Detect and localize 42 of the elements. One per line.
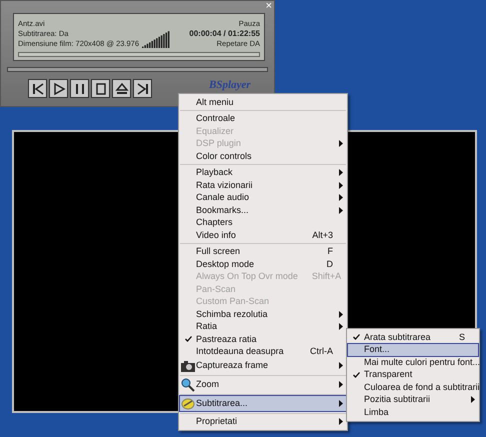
menu-item[interactable]: Pozitia subtitrarii [348, 394, 478, 406]
player-control-button[interactable] [49, 79, 68, 98]
magnifier-icon [181, 378, 195, 392]
menu-item[interactable]: Ratia [180, 320, 346, 333]
menu-item[interactable]: Video info Alt+3 [180, 229, 346, 242]
menu-item[interactable]: Font... [348, 344, 478, 356]
player-control-button[interactable] [112, 79, 131, 98]
menu-item[interactable]: Intotdeauna deasupra Ctrl-A [180, 346, 346, 358]
menu-item[interactable]: Captureaza frame [180, 358, 346, 373]
logo: BSplayer [209, 79, 251, 92]
menu-item[interactable]: Full screen F [180, 246, 346, 258]
next-icon [134, 80, 150, 96]
menu-item[interactable]: Alt meniu [180, 96, 346, 108]
menu-item[interactable]: Limba [348, 406, 478, 418]
menu-item[interactable]: Arata subtitrarea S [348, 331, 478, 344]
menu-item[interactable]: Rata vizionarii [180, 179, 346, 192]
close-button[interactable]: × [266, 1, 272, 12]
menu-item[interactable]: Transparent [348, 368, 478, 381]
menu-item[interactable]: Chapters [180, 216, 346, 229]
seek-track[interactable] [7, 67, 268, 72]
menu-item[interactable]: Color controls [180, 150, 346, 162]
menu-item[interactable]: Culoarea de fond a subtitrarii [348, 381, 478, 394]
menu-item[interactable]: Desktop mode D [180, 258, 346, 270]
camera-icon [181, 360, 195, 372]
player-control-button[interactable] [91, 79, 110, 98]
time-display: 00:00:04 / 01:22:55 [189, 29, 260, 39]
volume-meter-drawing [142, 31, 170, 48]
menu-item[interactable]: Subtitrarea... [180, 396, 346, 411]
eject-icon [114, 80, 130, 96]
player-control-button[interactable] [70, 79, 89, 98]
menu-item[interactable]: Controale [180, 112, 346, 125]
player-control-button[interactable] [133, 79, 152, 98]
menu-item[interactable]: Zoom [180, 377, 346, 392]
menu-item[interactable]: Mai multe culori pentru font... [348, 356, 478, 368]
menu-item[interactable]: Canale audio [180, 192, 346, 204]
menu-item[interactable]: Schimba rezolutia [180, 308, 346, 320]
menu-item[interactable]: Pastreaza ratia [180, 333, 346, 346]
menu-item[interactable]: Bookmarks... [180, 204, 346, 216]
menu-item[interactable]: Proprietati [180, 415, 346, 428]
menu-item[interactable]: Playback [180, 166, 346, 179]
player-control-button[interactable] [28, 79, 47, 98]
disc-icon [181, 396, 195, 410]
